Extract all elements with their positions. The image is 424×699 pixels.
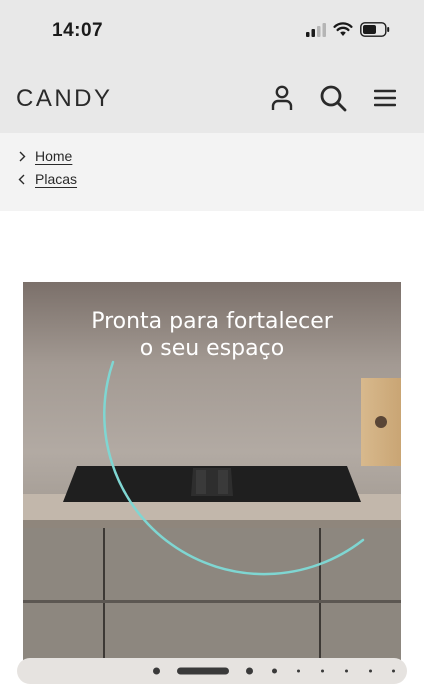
carousel-dot[interactable] — [246, 667, 253, 675]
status-time: 14:07 — [52, 20, 104, 41]
breadcrumb-home-link[interactable]: Home — [35, 148, 72, 164]
search-icon — [320, 85, 347, 112]
carousel-dot[interactable] — [345, 669, 348, 673]
chevron-left-icon — [18, 174, 25, 184]
account-button[interactable] — [266, 82, 298, 114]
status-icons — [306, 22, 390, 37]
menu-icon — [374, 89, 396, 107]
hero-title-line-2: o seu espaço — [139, 336, 285, 361]
hero-title-line-1: Pronta para fortalecer — [91, 309, 333, 334]
wifi-icon — [333, 22, 353, 36]
breadcrumb-placas-link[interactable]: Placas — [35, 171, 77, 187]
carousel-pagination — [17, 658, 407, 684]
carousel-dot-active[interactable] — [177, 667, 229, 675]
brand-logo[interactable]: CANDY — [16, 85, 113, 113]
hero-title: Pronta para fortalecer o seu espaço — [23, 308, 401, 362]
signal-icon — [306, 22, 326, 37]
carousel-dot[interactable] — [392, 669, 395, 673]
carousel-dot[interactable] — [272, 668, 277, 674]
chevron-right-icon — [19, 151, 26, 161]
breadcrumb-placas[interactable]: Placas — [18, 171, 77, 187]
carousel-dot[interactable] — [321, 669, 324, 673]
breadcrumb: Home Placas — [0, 133, 424, 211]
site-header: CANDY — [0, 62, 424, 133]
carousel-dot[interactable] — [153, 667, 160, 675]
menu-button[interactable] — [369, 82, 401, 114]
battery-icon — [360, 22, 390, 37]
status-bar: 14:07 — [0, 0, 424, 62]
breadcrumb-home[interactable]: Home — [18, 148, 72, 164]
hero-banner[interactable]: Pronta para fortalecer o seu espaço — [23, 282, 401, 660]
carousel-dot[interactable] — [297, 669, 300, 673]
carousel-dot[interactable] — [369, 669, 372, 673]
search-button[interactable] — [317, 82, 349, 114]
account-icon — [271, 85, 293, 110]
